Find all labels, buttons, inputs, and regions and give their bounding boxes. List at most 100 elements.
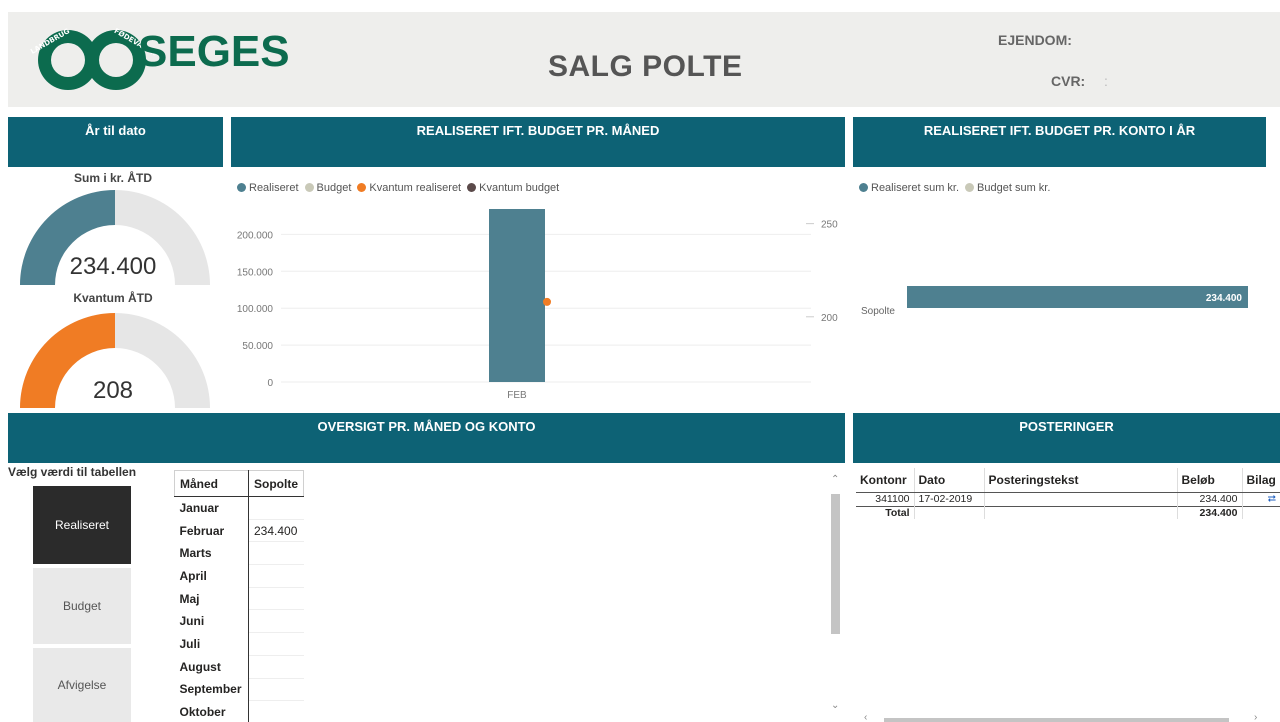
col-header-posteringstekst[interactable]: Posteringstekst xyxy=(984,468,1178,493)
value-cell xyxy=(248,496,304,520)
total-row: Total 234.400 xyxy=(856,505,1280,519)
slicer-title: Vælg værdi til tabellen xyxy=(8,465,137,479)
legend-item-realiseret-sum: Realiseret sum kr. xyxy=(859,182,959,194)
table-row: Juli xyxy=(174,632,304,656)
y-tick-label: 0 xyxy=(267,378,273,389)
postings-panel-header: POSTERINGER xyxy=(853,413,1280,463)
col-header-bilag[interactable]: Bilag xyxy=(1242,468,1280,493)
page-title: SALG POLTE xyxy=(548,50,743,83)
value-cell xyxy=(248,700,304,722)
month-cell: Marts xyxy=(174,541,249,565)
table-row: Januar xyxy=(174,496,304,520)
cvr-label: CVR: xyxy=(1051,73,1086,89)
month-cell: September xyxy=(174,678,249,701)
legend-item-budget-sum: Budget sum kr. xyxy=(965,182,1050,194)
cell-kontonr: 341100 xyxy=(856,492,915,506)
postings-title: POSTERINGER xyxy=(1019,419,1114,434)
table-row: April xyxy=(174,564,304,588)
scroll-right-icon[interactable]: › xyxy=(1254,712,1257,722)
account-chart[interactable]: Sopolte 234.400 xyxy=(853,275,1266,320)
y-tick-label: 200.000 xyxy=(237,230,274,241)
value-cell xyxy=(248,609,304,634)
cell-belob: 234.400 xyxy=(1177,492,1243,506)
postings-table-header: Kontonr Dato Posteringstekst Beløb Bilag xyxy=(856,468,1280,493)
value-cell xyxy=(248,655,304,679)
account-panel-header: REALISERET IFT. BUDGET PR. KONTO I ÅR xyxy=(853,117,1266,167)
monthly-title: REALISERET IFT. BUDGET PR. MÅNED xyxy=(416,123,660,138)
table-row: August xyxy=(174,655,304,679)
scroll-left-icon[interactable]: ‹ xyxy=(864,712,867,722)
month-cell: Januar xyxy=(174,496,249,520)
overview-scrollbar[interactable]: ⌃ ⌄ xyxy=(829,472,843,720)
col-header-belob[interactable]: Beløb xyxy=(1177,468,1243,493)
cell-tekst xyxy=(984,492,1178,506)
y-tick-label: 100.000 xyxy=(237,304,274,315)
x-tick-label: FEB xyxy=(507,390,527,401)
sum-gauge-value: 234.400 xyxy=(69,253,157,280)
y-tick-label: 50.000 xyxy=(242,341,273,352)
value-cell xyxy=(248,541,304,566)
monthly-chart[interactable]: 200.000 150.000 100.000 50.000 0 250 200 FEB xyxy=(231,195,845,405)
month-cell: August xyxy=(174,655,249,678)
total-label: Total xyxy=(856,505,915,519)
month-cell: Maj xyxy=(174,587,249,610)
slicer-budget-button[interactable]: Budget xyxy=(33,568,131,644)
kvantum-gauge-title: Kvantum ÅTD xyxy=(73,291,153,305)
ytd-panel-header: År til dato xyxy=(8,117,223,167)
value-cell xyxy=(248,564,304,588)
table-row: Oktober xyxy=(174,700,304,722)
total-value: 234.400 xyxy=(1177,505,1243,519)
ytd-title: År til dato xyxy=(85,123,146,138)
month-table: Måned Sopolte Januar Februar 234.400 Marts A… xyxy=(174,470,304,722)
scroll-up-icon[interactable]: ⌃ xyxy=(831,474,839,485)
table-row: Juni xyxy=(174,609,304,634)
postings-table: Kontonr Dato Posteringstekst Beløb Bilag… xyxy=(856,468,1280,519)
legend-item-budget: Budget xyxy=(304,182,351,194)
slicer-afvigelse-button[interactable]: Afvigelse xyxy=(33,648,131,722)
col-header-kontonr[interactable]: Kontonr xyxy=(856,468,915,493)
month-table-header: Måned Sopolte xyxy=(174,470,304,497)
table-row: Maj xyxy=(174,587,304,611)
table-row: Februar 234.400 xyxy=(174,519,304,543)
legend-item-kvantum-budget: Kvantum budget xyxy=(467,182,559,194)
kvantum-gauge-value: 208 xyxy=(92,377,134,404)
table-row: Marts xyxy=(174,541,304,566)
account-title: REALISERET IFT. BUDGET PR. KONTO I ÅR xyxy=(923,123,1196,138)
postings-scrollbar[interactable]: ‹ › xyxy=(856,712,1276,722)
overview-title: OVERSIGT PR. MÅNED OG KONTO xyxy=(317,419,536,434)
y2-tick-label: 200 xyxy=(821,313,838,324)
col-header-maaned[interactable]: Måned xyxy=(174,470,249,497)
sum-gauge-title: Sum i kr. ÅTD xyxy=(73,171,153,185)
y-tick-label: 150.000 xyxy=(237,267,274,278)
table-row: 341100 17-02-2019 234.400 ⮂ xyxy=(856,492,1280,506)
bar-realiseret-sopolte xyxy=(907,286,1248,308)
account-legend[interactable]: Realiseret sum kr. Budget sum kr. xyxy=(859,182,1050,194)
value-cell xyxy=(248,678,304,702)
col-header-dato[interactable]: Dato xyxy=(914,468,985,493)
bar-realiseret-feb xyxy=(489,209,545,382)
value-cell xyxy=(248,587,304,611)
monthly-panel-header: REALISERET IFT. BUDGET PR. MÅNED xyxy=(231,117,845,167)
h-scroll-thumb[interactable] xyxy=(884,718,1229,722)
value-cell: 234.400 xyxy=(248,519,304,543)
point-kvantum-feb xyxy=(543,297,551,306)
report-header: LANDBRUG FØDEVARER SEGES SALG POLTE EJEN… xyxy=(8,12,1280,107)
month-cell: Oktober xyxy=(174,700,249,722)
overview-panel-header: OVERSIGT PR. MÅNED OG KONTO xyxy=(8,413,845,463)
col-header-sopolte[interactable]: Sopolte xyxy=(248,470,304,497)
scroll-thumb[interactable] xyxy=(831,494,840,634)
logo-wordmark: SEGES xyxy=(138,27,290,76)
link-icon[interactable]: ⮂ xyxy=(1242,492,1280,506)
month-cell: Juli xyxy=(174,632,249,656)
table-row: September xyxy=(174,678,304,702)
scroll-down-icon[interactable]: ⌄ xyxy=(831,700,839,711)
y2-tick-label: 250 xyxy=(821,220,838,231)
cell-dato: 17-02-2019 xyxy=(914,492,985,506)
month-cell: Juni xyxy=(174,609,249,633)
bar-data-label: 234.400 xyxy=(1206,293,1243,304)
slicer-realiseret-button[interactable]: Realiseret xyxy=(33,486,131,564)
ejendom-label: EJENDOM: xyxy=(998,32,1072,48)
cvr-value: : xyxy=(1104,73,1108,89)
legend-item-kvantum-realiseret: Kvantum realiseret xyxy=(357,182,461,194)
monthly-legend[interactable]: Realiseret Budget Kvantum realiseret Kva… xyxy=(237,182,559,194)
